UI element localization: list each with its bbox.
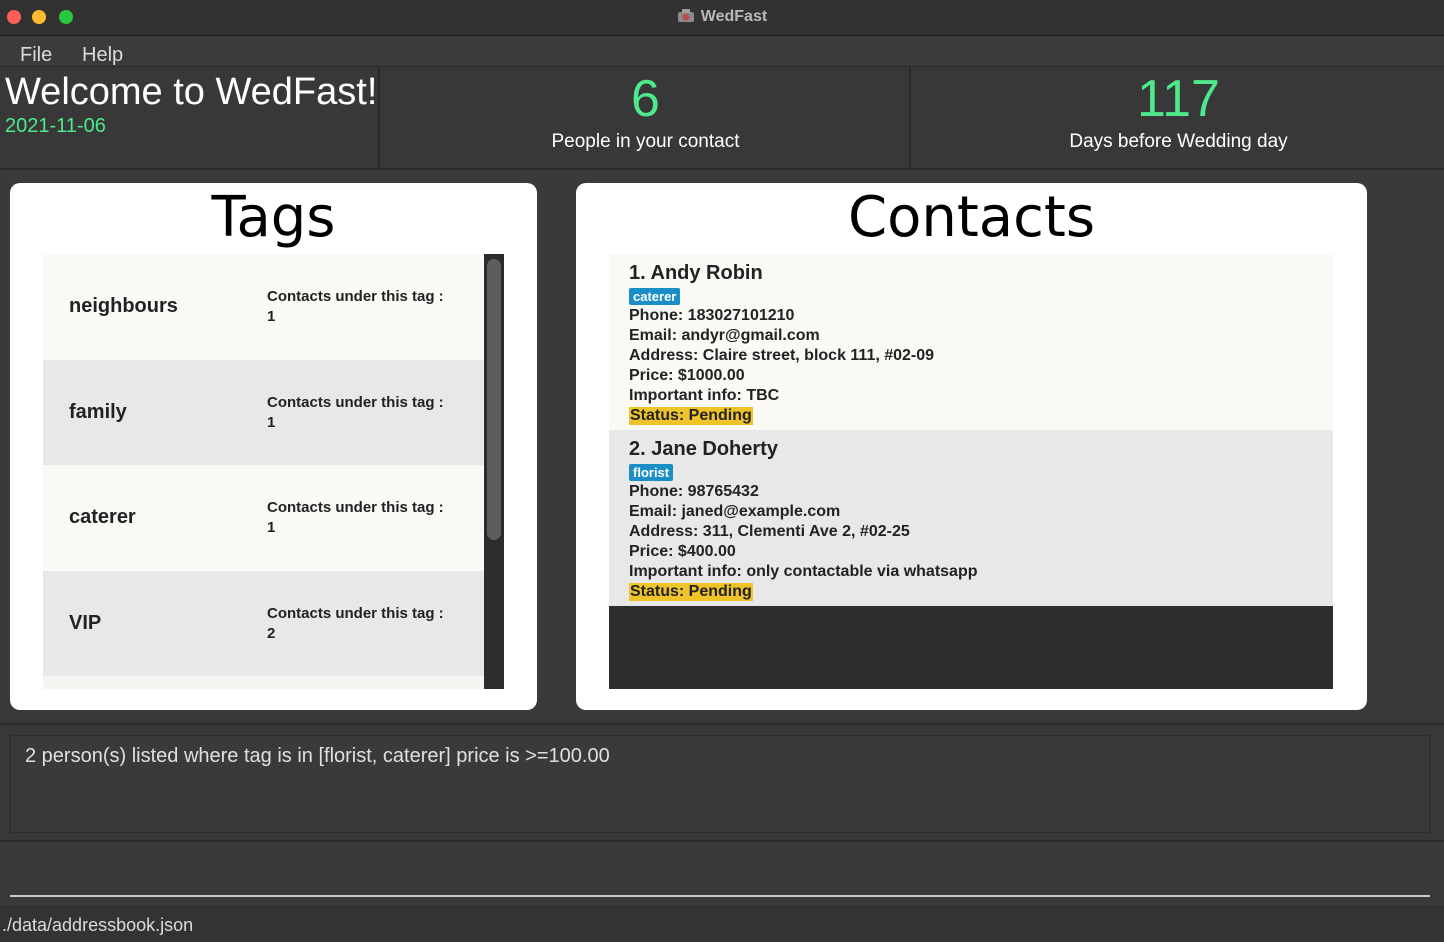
result-area: 2 person(s) listed where tag is in [flor… <box>0 723 1444 840</box>
contacts-title: Contacts <box>847 185 1096 250</box>
menu-file[interactable]: File <box>20 44 52 67</box>
tag-name: caterer <box>69 506 136 528</box>
contact-status: Status: Pending <box>629 583 753 601</box>
tags-list[interactable]: neighbours Contacts under this tag : 1 f… <box>43 254 484 689</box>
tags-scrollbar[interactable] <box>484 254 504 689</box>
tags-scrollbar-thumb[interactable] <box>487 259 501 540</box>
tag-count: 2 <box>267 624 276 642</box>
current-date: 2021-11-06 <box>5 115 106 137</box>
contact-email: Email: janed@example.com <box>629 503 841 520</box>
menu-help[interactable]: Help <box>82 44 123 67</box>
tag-count: 1 <box>267 308 276 325</box>
days-stat: 117 Days before Wedding day <box>913 67 1444 168</box>
tag-row-caterer[interactable]: caterer Contacts under this tag : 1 <box>43 465 484 571</box>
contact-phone: Phone: 98765432 <box>629 483 759 500</box>
people-label: People in your contact <box>551 131 740 152</box>
contact-info: Important info: TBC <box>629 387 780 404</box>
menu-bar: File Help <box>0 36 1444 67</box>
contacts-panel: Contacts 1. Andy Robin caterer Phone: 18… <box>576 183 1367 710</box>
tags-panel: Tags neighbours Contacts under this tag … <box>10 183 537 710</box>
tag-count-label: Contacts under this tag : <box>267 288 444 305</box>
window-title: WedFast <box>700 8 768 25</box>
tag-count-label: Contacts under this tag : <box>267 499 444 516</box>
contact-price: Price: $1000.00 <box>629 367 745 384</box>
contact-price: Price: $400.00 <box>629 543 736 560</box>
status-bar: ./data/addressbook.json <box>0 906 1444 942</box>
contact-phone: Phone: 183027101210 <box>629 307 795 324</box>
title-bar: WedFast <box>0 0 1444 36</box>
tag-count-label: Contacts under this tag : <box>267 604 444 622</box>
contact-address: Address: 311, Clementi Ave 2, #02-25 <box>629 523 910 540</box>
contact-card[interactable]: 1. Andy Robin caterer Phone: 18302710121… <box>609 254 1333 430</box>
people-stat: 6 People in your contact <box>382 67 911 168</box>
contact-card[interactable]: 2. Jane Doherty florist Phone: 98765432 … <box>609 430 1333 606</box>
contact-name: 1. Andy Robin <box>629 262 763 284</box>
tag-name: VIP <box>69 611 102 634</box>
header-stats: Welcome to WedFast! 2021-11-06 6 People … <box>0 67 1444 170</box>
days-count: 117 <box>1137 70 1220 128</box>
contact-address: Address: Claire street, block 111, #02-0… <box>629 347 935 364</box>
tag-row-neighbours[interactable]: neighbours Contacts under this tag : 1 <box>43 254 484 360</box>
result-display[interactable]: 2 person(s) listed where tag is in [flor… <box>10 735 1430 833</box>
contact-email: Email: andyr@gmail.com <box>629 327 820 344</box>
people-count: 6 <box>631 70 660 128</box>
app-icon <box>677 9 694 22</box>
tag-name: neighbours <box>69 295 178 317</box>
contact-tag-badge: caterer <box>629 288 681 305</box>
tag-row-family[interactable]: family Contacts under this tag : 1 <box>43 359 484 465</box>
welcome-heading: Welcome to WedFast! <box>5 71 378 113</box>
data-file-path: ./data/addressbook.json <box>2 915 194 935</box>
command-box[interactable] <box>0 840 1444 906</box>
result-text: 2 person(s) listed where tag is in [flor… <box>25 745 610 767</box>
contact-tag-badge: florist <box>629 464 674 481</box>
tag-count: 1 <box>267 413 276 431</box>
tag-row-vip[interactable]: VIP Contacts under this tag : 2 <box>43 570 484 676</box>
tag-count: 1 <box>267 519 276 536</box>
contact-status: Status: Pending <box>629 407 753 425</box>
window-title-container: WedFast <box>0 7 1444 26</box>
days-label: Days before Wedding day <box>1069 131 1288 152</box>
contact-info: Important info: only contactable via wha… <box>629 563 978 580</box>
command-input-underline[interactable] <box>10 895 1430 897</box>
tag-count-label: Contacts under this tag : <box>267 393 444 411</box>
contact-name: 2. Jane Doherty <box>629 438 778 460</box>
contacts-list[interactable]: 1. Andy Robin caterer Phone: 18302710121… <box>609 254 1333 689</box>
tag-name: family <box>69 400 127 423</box>
welcome-section: Welcome to WedFast! 2021-11-06 <box>0 67 380 168</box>
tags-title: Tags <box>211 185 336 250</box>
